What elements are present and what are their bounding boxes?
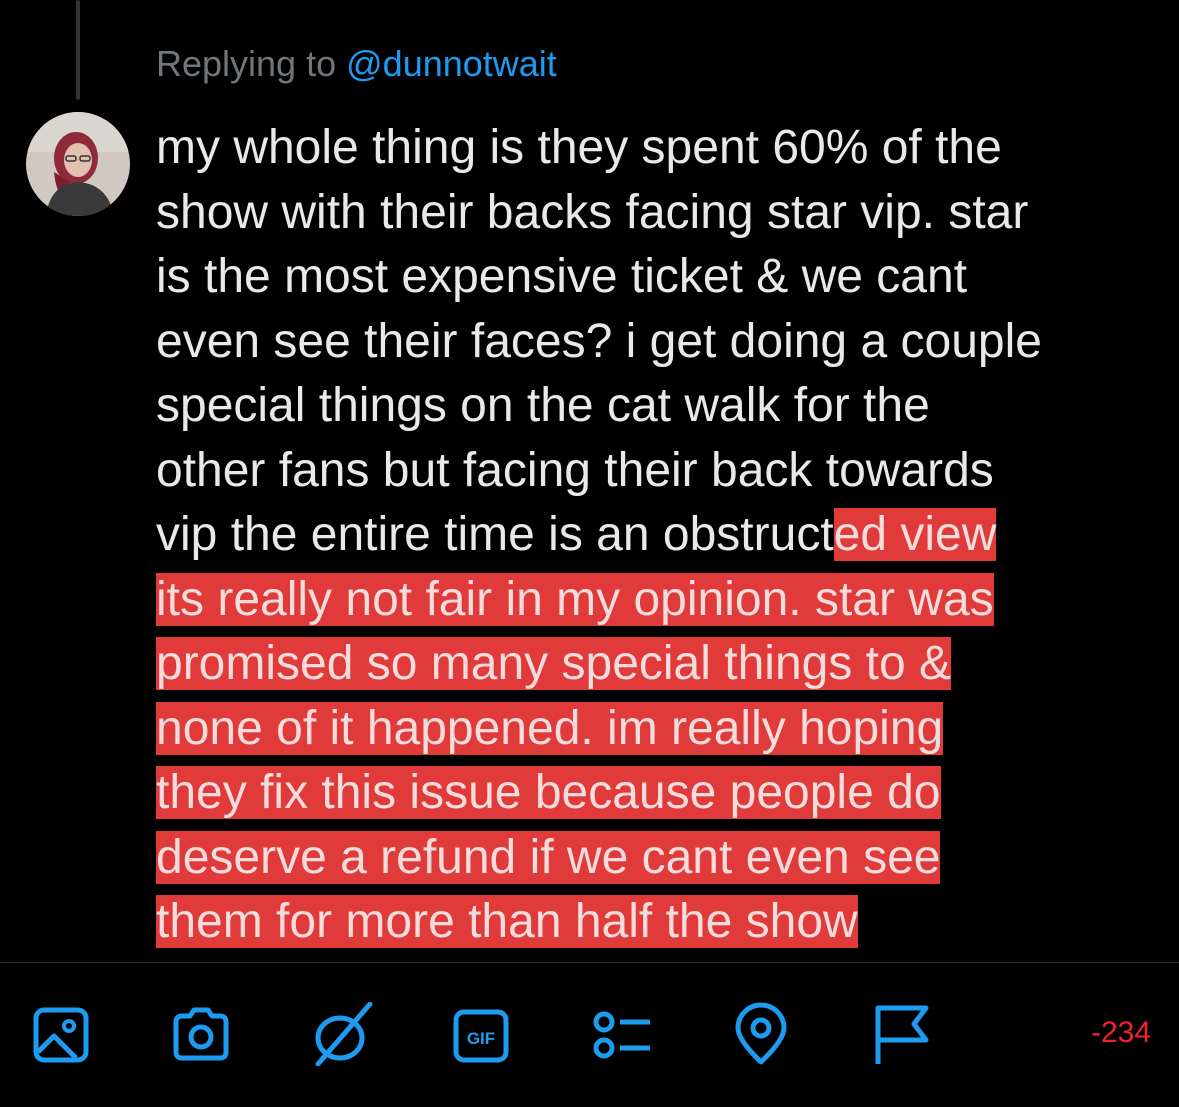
- thread-connector-line: [76, 0, 80, 100]
- tweet-line-overflow: none of it happened. im really hoping: [156, 697, 1156, 762]
- tweet-line: show with their backs facing star vip. s…: [156, 185, 1029, 239]
- gif-label: GIF: [467, 1029, 495, 1048]
- tweet-line-overflow: they fix this issue because people do: [156, 761, 1156, 826]
- tweet-line: special things on the cat walk for the: [156, 379, 930, 432]
- reply-handle-link[interactable]: @dunnotwait: [346, 43, 557, 84]
- location-icon[interactable]: [732, 1002, 790, 1066]
- tweet-line-overflow: them for more than half the show: [156, 890, 1156, 955]
- overflow-highlight: its really not fair in my opinion. star …: [156, 572, 994, 626]
- overflow-highlight: none of it happened. im really hoping: [156, 701, 944, 755]
- tweet-line-overflow: promised so many special things to &: [156, 632, 1156, 697]
- overflow-highlight: them for more than half the show: [156, 895, 858, 948]
- gif-icon[interactable]: GIF: [452, 1002, 510, 1066]
- toolbar-divider: [0, 962, 1179, 963]
- tweet-line: is the most expensive ticket & we cant: [156, 250, 968, 303]
- replying-prefix: Replying to: [156, 43, 337, 84]
- character-counter: -234: [1090, 1016, 1151, 1049]
- avatar-image: [26, 112, 130, 216]
- overflow-highlight: promised so many special things to &: [156, 637, 952, 690]
- tweet-line-plain-part: vip the entire time is an obstruct: [156, 508, 834, 561]
- image-icon[interactable]: [32, 1002, 90, 1066]
- overflow-highlight: ed view: [833, 508, 997, 561]
- overflow-highlight: deserve a refund if we cant even see: [156, 830, 941, 884]
- camera-icon[interactable]: [170, 1002, 229, 1066]
- tweet-line: other fans but facing their back towards: [156, 443, 994, 497]
- tweet-line-overflow: its really not fair in my opinion. star …: [156, 568, 1156, 633]
- ai-sparkle-icon[interactable]: [310, 1001, 373, 1067]
- tweet-line-overflow: deserve a refund if we cant even see: [156, 826, 1156, 891]
- avatar[interactable]: [26, 112, 130, 216]
- replying-to: Replying to @dunnotwait: [156, 42, 557, 86]
- tweet-line: even see their faces? i get doing a coup…: [156, 314, 1042, 368]
- tweet-line: my whole thing is they spent 60% of the: [156, 121, 1002, 174]
- poll-icon[interactable]: [592, 1002, 650, 1066]
- overflow-highlight: they fix this issue because people do: [156, 766, 941, 819]
- tweet-line-mixed: vip the entire time is an obstructed vie…: [156, 503, 1156, 568]
- tweet-compose-text[interactable]: my whole thing is they spent 60% of the …: [156, 116, 1156, 955]
- flag-icon[interactable]: [872, 1002, 930, 1066]
